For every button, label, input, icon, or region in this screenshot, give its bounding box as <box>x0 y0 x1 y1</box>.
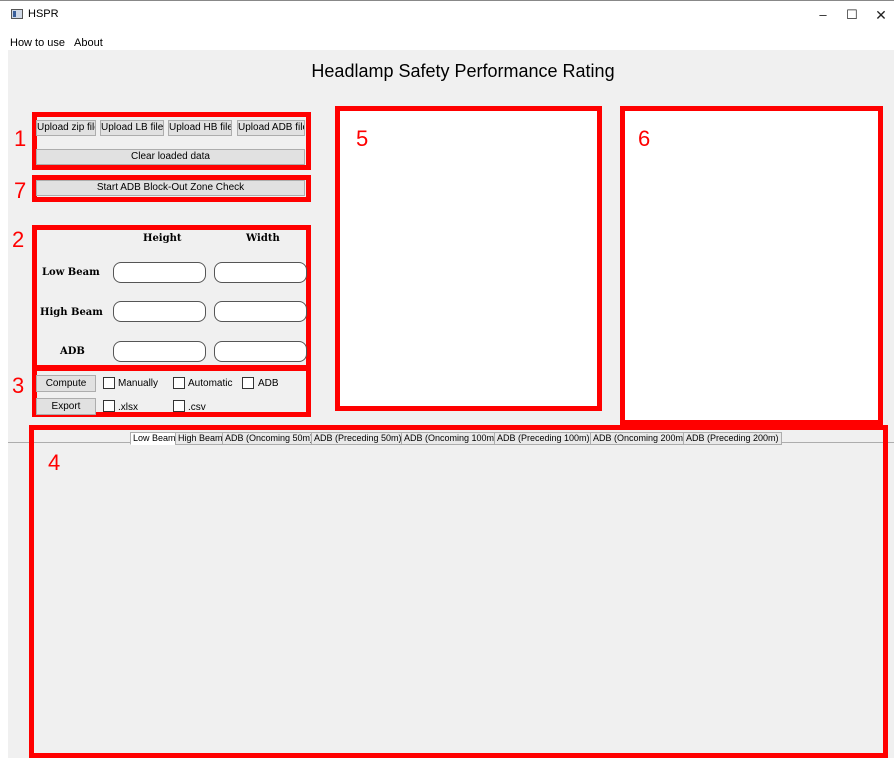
low-beam-width-input[interactable] <box>214 262 307 283</box>
window-title: HSPR <box>28 8 59 20</box>
annotation-label-7: 7 <box>14 178 27 203</box>
maximize-button[interactable]: ☐ <box>837 4 867 26</box>
tab-adb-oncoming-50m[interactable]: ADB (Oncoming 50m) <box>222 432 317 445</box>
menu-how-to-use[interactable]: How to use <box>10 37 65 49</box>
automatic-label: Automatic <box>188 378 233 389</box>
tab-adb-preceding-50m[interactable]: ADB (Preceding 50m) <box>311 432 405 445</box>
upload-adb-button[interactable]: Upload ADB files <box>237 120 305 136</box>
minimize-button[interactable]: – <box>808 4 838 26</box>
automatic-checkbox[interactable] <box>173 377 185 389</box>
export-button[interactable]: Export <box>36 398 96 415</box>
low-beam-height-input[interactable] <box>113 262 206 283</box>
menu-about[interactable]: About <box>74 37 103 49</box>
xlsx-label: .xlsx <box>118 402 138 413</box>
high-beam-width-input[interactable] <box>214 301 307 322</box>
annotation-label-3: 3 <box>12 373 25 398</box>
plot-panel-5 <box>335 106 602 411</box>
height-header: Height <box>143 233 182 244</box>
annotation-label-6: 6 <box>638 126 651 151</box>
upload-lb-button[interactable]: Upload LB files <box>100 120 164 136</box>
manually-checkbox[interactable] <box>103 377 115 389</box>
page-title: Headlamp Safety Performance Rating <box>311 61 615 81</box>
menu-bar <box>0 30 894 50</box>
high-beam-height-input[interactable] <box>113 301 206 322</box>
manually-label: Manually <box>118 378 159 389</box>
high-beam-label: High Beam <box>40 307 103 318</box>
tab-adb-oncoming-200m[interactable]: ADB (Oncoming 200m) <box>590 432 690 445</box>
clear-loaded-data-button[interactable]: Clear loaded data <box>36 149 305 165</box>
close-button[interactable]: ✕ <box>866 4 894 26</box>
low-beam-label: Low Beam <box>42 267 100 278</box>
annotation-label-2: 2 <box>12 227 25 252</box>
adb-checkbox[interactable] <box>242 377 254 389</box>
tab-low-beam[interactable]: Low Beam <box>130 432 179 445</box>
upload-hb-button[interactable]: Upload HB files <box>168 120 232 136</box>
adb-width-input[interactable] <box>214 341 307 362</box>
window-titlebar[interactable] <box>0 0 894 30</box>
app-icon <box>11 9 23 19</box>
adb-block-out-check-button[interactable]: Start ADB Block-Out Zone Check <box>36 180 305 196</box>
csv-label: .csv <box>188 402 206 413</box>
csv-checkbox[interactable] <box>173 400 185 412</box>
adb-height-input[interactable] <box>113 341 206 362</box>
tab-adb-preceding-100m[interactable]: ADB (Preceding 100m) <box>494 432 593 445</box>
width-header: Width <box>246 233 280 244</box>
annotation-box-4 <box>29 425 888 758</box>
tab-adb-oncoming-100m[interactable]: ADB (Oncoming 100m) <box>401 432 501 445</box>
annotation-label-4: 4 <box>48 450 61 475</box>
plot-panel-6 <box>620 106 883 425</box>
adb-label: ADB <box>60 346 85 357</box>
upload-zip-button[interactable]: Upload zip file <box>36 120 96 136</box>
compute-button[interactable]: Compute <box>36 375 96 392</box>
tab-adb-preceding-200m[interactable]: ADB (Preceding 200m) <box>683 432 782 445</box>
annotation-label-5: 5 <box>356 126 369 151</box>
annotation-label-1: 1 <box>14 126 27 151</box>
adb-checkbox-label: ADB <box>258 378 279 389</box>
tab-high-beam[interactable]: High Beam <box>175 432 226 445</box>
xlsx-checkbox[interactable] <box>103 400 115 412</box>
